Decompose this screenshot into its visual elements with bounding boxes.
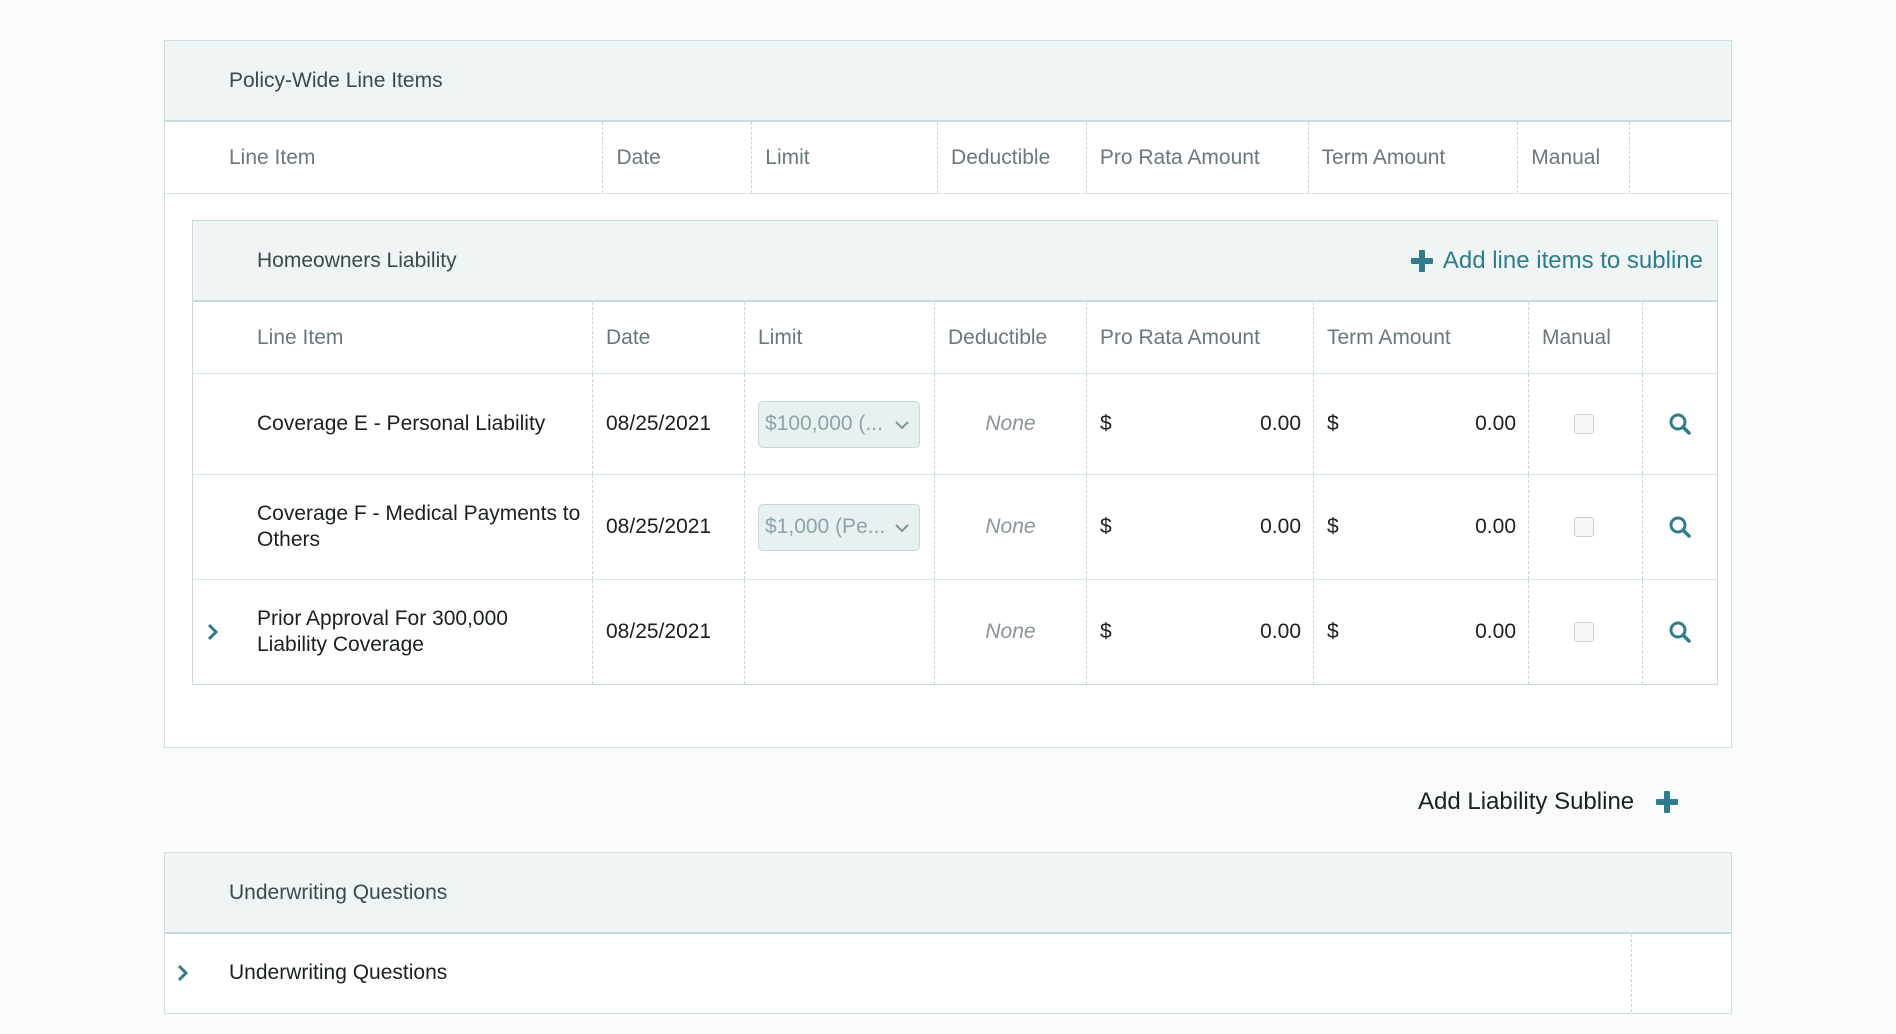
column-header-date: Date [603,122,753,193]
column-header-term-amount: Term Amount [1309,122,1519,193]
actions-cell [1643,374,1717,474]
term-amount-value: 0.00 [1475,515,1516,538]
column-header-actions [1630,122,1731,193]
column-header-line-item: Line Item [165,122,604,193]
limit-select[interactable]: $1,000 (Pe... [758,503,920,551]
table-row: Coverage F - Medical Payments to Others … [193,475,1717,580]
column-header-pro-rata-amount: Pro Rata Amount [1087,122,1309,193]
pro-rata-amount-cell: $ 0.00 [1087,374,1314,474]
pro-rata-amount-value: 0.00 [1260,620,1301,643]
actions-cell [1643,580,1717,684]
policy-wide-panel: Policy-Wide Line Items Line Item Date Li… [164,40,1732,748]
line-item-name: Prior Approval For 300,000 Liability Cov… [193,580,593,684]
chevron-right-icon[interactable] [173,963,193,983]
column-header-term-amount: Term Amount [1314,302,1529,373]
manual-cell [1529,374,1643,474]
column-header-deductible: Deductible [935,302,1087,373]
currency-symbol: $ [1100,620,1112,643]
line-item-date: 08/25/2021 [593,374,745,474]
pro-rata-amount-cell: $ 0.00 [1087,475,1314,579]
term-amount-cell: $ 0.00 [1314,580,1529,684]
column-header-pro-rata-amount: Pro Rata Amount [1087,302,1314,373]
underwriting-row[interactable]: Underwriting Questions [165,934,1731,1012]
chevron-right-icon[interactable] [203,622,223,642]
limit-select-value: $100,000 (... [765,412,883,435]
line-item-name: Coverage F - Medical Payments to Others [193,475,593,579]
add-line-items-button[interactable]: Add line items to subline [1410,246,1703,275]
manual-checkbox[interactable] [1574,414,1594,434]
actions-cell [1643,475,1717,579]
term-amount-value: 0.00 [1475,412,1516,435]
search-icon[interactable] [1668,515,1692,539]
underwriting-title: Underwriting Questions [229,880,448,904]
term-amount-cell: $ 0.00 [1314,374,1529,474]
line-item-date: 08/25/2021 [593,580,745,684]
table-row: Coverage E - Personal Liability 08/25/20… [193,374,1717,475]
chevron-down-icon [895,420,909,429]
subline-column-headers: Line Item Date Limit Deductible Pro Rata… [193,302,1717,374]
policy-wide-column-headers: Line Item Date Limit Deductible Pro Rata… [165,122,1731,194]
term-amount-cell: $ 0.00 [1314,475,1529,579]
manual-cell [1529,475,1643,579]
underwriting-row-label: Underwriting Questions [165,934,1632,1012]
subline-panel: Homeowners Liability Add line items to s… [192,220,1718,685]
deductible-value: None [935,374,1087,474]
limit-select-value: $1,000 (Pe... [765,515,886,538]
term-amount-value: 0.00 [1475,620,1516,643]
plus-icon [1410,249,1433,272]
column-header-manual: Manual [1518,122,1631,193]
line-item-name-text: Prior Approval For 300,000 Liability Cov… [257,607,508,656]
underwriting-header: Underwriting Questions [165,853,1731,934]
column-header-actions [1643,302,1717,373]
column-header-manual: Manual [1529,302,1643,373]
column-header-line-item: Line Item [193,302,593,373]
limit-cell: $1,000 (Pe... [745,475,935,579]
column-header-limit: Limit [745,302,935,373]
deductible-value: None [935,475,1087,579]
subline-title: Homeowners Liability [257,248,457,272]
add-line-items-label: Add line items to subline [1442,246,1703,274]
table-row: Prior Approval For 300,000 Liability Cov… [193,580,1717,684]
add-liability-subline-button[interactable]: Add Liability Subline [1418,788,1679,816]
search-icon[interactable] [1668,412,1692,436]
policy-wide-title: Policy-Wide Line Items [229,68,443,92]
underwriting-panel: Underwriting Questions Underwriting Ques… [164,852,1732,1014]
pro-rata-amount-cell: $ 0.00 [1087,580,1314,684]
plus-icon [1656,791,1679,813]
column-header-limit: Limit [752,122,939,193]
column-header-deductible: Deductible [938,122,1087,193]
subline-header: Homeowners Liability Add line items to s… [193,221,1717,302]
pro-rata-amount-value: 0.00 [1260,412,1301,435]
manual-checkbox[interactable] [1574,622,1594,642]
policy-wide-header: Policy-Wide Line Items [165,41,1731,122]
currency-symbol: $ [1100,515,1112,538]
limit-cell [745,580,935,684]
currency-symbol: $ [1327,515,1339,538]
currency-symbol: $ [1327,412,1339,435]
line-item-name: Coverage E - Personal Liability [193,374,593,474]
line-item-date: 08/25/2021 [593,475,745,579]
manual-checkbox[interactable] [1574,517,1594,537]
limit-cell: $100,000 (... [745,374,935,474]
pro-rata-amount-value: 0.00 [1260,515,1301,538]
currency-symbol: $ [1100,412,1112,435]
add-liability-subline-label: Add Liability Subline [1418,788,1635,815]
search-icon[interactable] [1668,620,1692,644]
column-header-date: Date [593,302,745,373]
deductible-value: None [935,580,1087,684]
manual-cell [1529,580,1643,684]
currency-symbol: $ [1327,620,1339,643]
limit-select[interactable]: $100,000 (... [758,400,920,448]
chevron-down-icon [895,523,909,532]
